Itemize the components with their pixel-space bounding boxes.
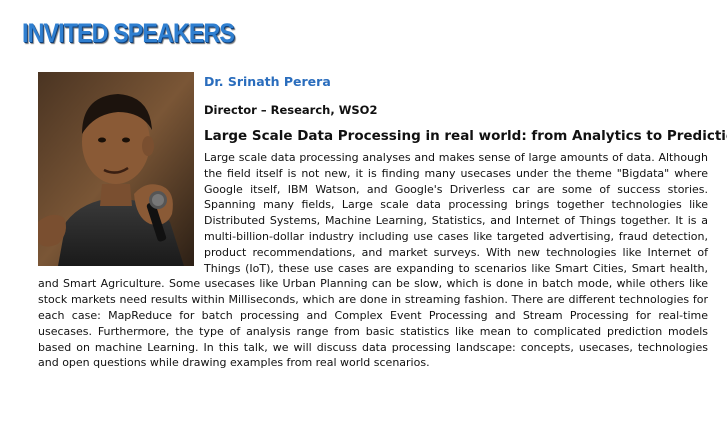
speaker-photo-image xyxy=(38,72,194,266)
page-title: INVITED SPEAKERS xyxy=(22,18,235,48)
speaker-photo xyxy=(38,72,194,266)
speaker-section: Dr. Srinath Perera Director – Research, … xyxy=(38,72,727,371)
